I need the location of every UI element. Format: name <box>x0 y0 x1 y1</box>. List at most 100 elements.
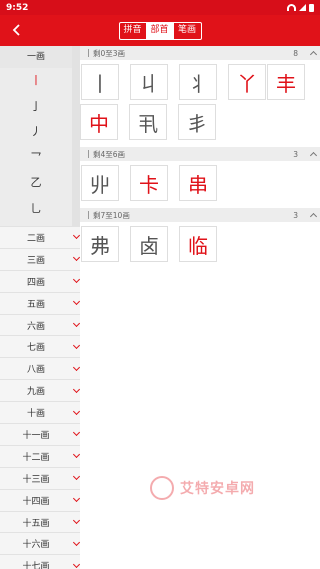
expand-group-button[interactable] <box>72 407 80 415</box>
chevron-down-icon <box>72 538 80 546</box>
stroke-group-current[interactable]: 一画 <box>0 46 72 68</box>
sidebar-scrollbar[interactable] <box>72 46 80 226</box>
character-cell[interactable]: 丰 <box>267 64 305 100</box>
stroke-group-item[interactable]: 八画 <box>0 357 80 380</box>
stroke-group-label: 六画 <box>26 321 45 332</box>
stroke-group-item[interactable]: 七画 <box>0 335 80 358</box>
stroke-group-label: 九画 <box>26 387 45 398</box>
character-cell[interactable]: 丱 <box>81 165 119 201</box>
stroke-group-item[interactable]: 二画 <box>0 226 80 248</box>
character-cell[interactable]: 串 <box>179 165 217 201</box>
character-cell[interactable]: 丯 <box>178 104 216 140</box>
chevron-down-icon <box>72 516 80 525</box>
watermark-logo-icon <box>150 476 174 500</box>
tab-stroke[interactable]: 笔画 <box>174 23 201 39</box>
character-cell[interactable]: 卤 <box>130 226 168 262</box>
expand-group-button[interactable] <box>72 341 80 349</box>
section-header[interactable]: 剩0至3画 8 <box>80 46 320 60</box>
character-cell[interactable]: 丫 <box>228 64 266 100</box>
stroke-group-item[interactable]: 十五画 <box>0 510 80 533</box>
collapse-section-button[interactable] <box>306 211 320 221</box>
expand-group-button[interactable] <box>72 429 80 437</box>
radical-item[interactable]: 乛 <box>0 145 72 171</box>
stroke-group-item[interactable]: 十四画 <box>0 488 80 511</box>
radical-item[interactable]: 丿 <box>0 119 72 145</box>
section-divider <box>88 211 89 219</box>
section-header[interactable]: 剩4至6画 3 <box>80 147 320 161</box>
chevron-up-icon <box>309 50 317 59</box>
stroke-group-label: 二画 <box>26 233 45 244</box>
chevron-down-icon <box>72 385 80 393</box>
expand-group-button[interactable] <box>72 232 80 240</box>
expand-group-button[interactable] <box>72 495 80 503</box>
chevron-down-icon <box>72 429 80 437</box>
stroke-group-label: 十二画 <box>22 452 50 463</box>
expand-group-button[interactable] <box>72 276 80 284</box>
back-button[interactable] <box>6 19 28 41</box>
stroke-group-label: 十五画 <box>22 518 50 529</box>
character-grid: 丱卡串 <box>80 161 320 208</box>
chevron-down-icon <box>72 560 80 568</box>
stroke-group-item[interactable]: 九画 <box>0 379 80 402</box>
stroke-group-item[interactable]: 十二画 <box>0 444 80 467</box>
character-cell[interactable]: 丨 <box>81 64 119 100</box>
section-label: 剩7至10画 <box>93 210 130 220</box>
chevron-down-icon <box>72 319 80 328</box>
stroke-group-item[interactable]: 十七画 <box>0 554 80 569</box>
stroke-group-item[interactable]: 四画 <box>0 269 80 292</box>
wifi-icon <box>287 4 296 11</box>
character-cell[interactable]: 临 <box>179 226 217 262</box>
app-bar: 拼音 部首 笔画 <box>0 15 320 46</box>
expand-group-button[interactable] <box>72 363 80 371</box>
section-count: 8 <box>293 48 298 58</box>
character-cell[interactable]: 中 <box>80 104 118 140</box>
stroke-group-item[interactable]: 六画 <box>0 313 80 336</box>
expand-group-button[interactable] <box>72 385 80 393</box>
stroke-group-item[interactable]: 十一画 <box>0 423 80 445</box>
character-cell[interactable]: 弗 <box>81 226 119 262</box>
expand-group-button[interactable] <box>72 298 80 306</box>
character-cell[interactable]: 丬 <box>179 64 217 100</box>
expand-group-button[interactable] <box>72 319 80 328</box>
collapse-section-button[interactable] <box>306 49 320 59</box>
expand-group-button[interactable] <box>72 254 80 262</box>
tab-radical[interactable]: 部首 <box>146 22 174 39</box>
character-grid: 弗卤临 <box>80 222 320 269</box>
stroke-group-label: 八画 <box>26 365 45 376</box>
chevron-down-icon <box>72 254 80 262</box>
section-header[interactable]: 剩7至10画 3 <box>80 208 320 222</box>
stroke-group-label: 十六画 <box>22 540 50 551</box>
status-time: 9:52 <box>6 2 29 13</box>
chevron-down-icon <box>72 232 80 240</box>
chevron-down-icon <box>72 451 80 459</box>
section-divider <box>88 150 89 158</box>
radical-item[interactable]: 亅 <box>0 94 72 120</box>
stroke-group-item[interactable]: 十画 <box>0 401 80 424</box>
stroke-group-item[interactable]: 五画 <box>0 291 80 314</box>
character-cell[interactable]: 卡 <box>130 165 168 201</box>
tab-pinyin[interactable]: 拼音 <box>120 22 147 39</box>
stroke-group-item[interactable]: 十六画 <box>0 532 80 555</box>
expand-group-button[interactable] <box>72 538 80 546</box>
stroke-group-label: 七画 <box>26 343 45 354</box>
collapse-section-button[interactable] <box>306 150 320 160</box>
chevron-down-icon <box>72 276 80 284</box>
radical-item[interactable]: 丨 <box>0 68 72 94</box>
character-cell[interactable]: 丮 <box>129 104 167 140</box>
expand-group-button[interactable] <box>72 451 80 459</box>
chevron-down-icon <box>72 363 80 371</box>
character-cell[interactable]: 丩 <box>130 64 168 100</box>
expand-group-button[interactable] <box>72 560 80 568</box>
stroke-group-item[interactable]: 三画 <box>0 247 80 270</box>
stroke-group-label: 十四画 <box>22 496 50 507</box>
section-count: 3 <box>293 210 298 220</box>
radical-item[interactable]: 乚 <box>0 196 72 222</box>
expand-group-button[interactable] <box>72 473 80 481</box>
chevron-down-icon <box>72 407 80 415</box>
section-label: 剩4至6画 <box>93 149 126 159</box>
status-icons <box>287 3 314 12</box>
radical-item[interactable]: 乙 <box>0 170 72 196</box>
expand-group-button[interactable] <box>72 516 80 525</box>
stroke-group-item[interactable]: 十三画 <box>0 466 80 489</box>
chevron-down-icon <box>72 298 80 306</box>
